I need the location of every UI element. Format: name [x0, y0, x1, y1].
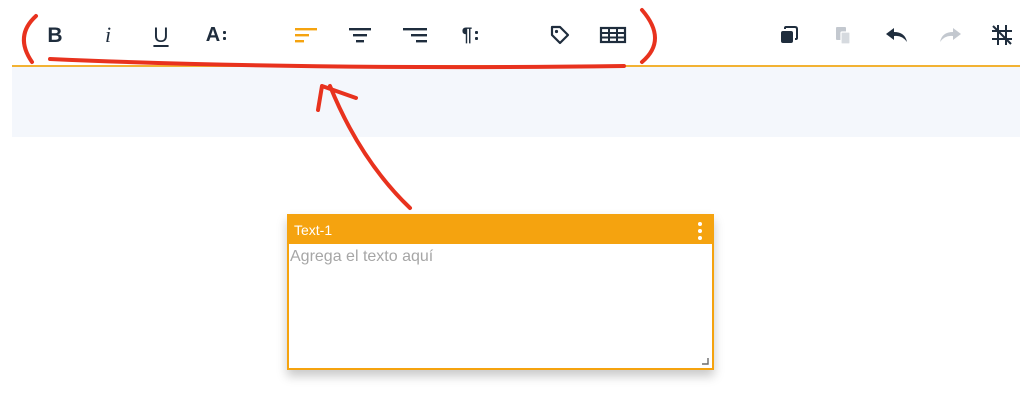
- bold-icon: B: [47, 23, 63, 47]
- more-options-icon: [223, 30, 227, 40]
- duplicate-button[interactable]: [774, 20, 804, 50]
- paste-button[interactable]: [828, 20, 858, 50]
- more-options-icon: [475, 30, 479, 40]
- resize-handle-icon[interactable]: [701, 357, 709, 365]
- editor-page: B i U A ¶ Text-1 Agrega el texto aquí: [0, 0, 1020, 396]
- redo-icon: [940, 28, 961, 42]
- text-box-widget[interactable]: Text-1: [287, 214, 714, 370]
- paragraph-icon: ¶: [461, 24, 473, 46]
- paragraph-button[interactable]: ¶: [455, 20, 485, 50]
- undo-button[interactable]: [882, 20, 912, 50]
- align-right-button[interactable]: [400, 20, 430, 50]
- align-right-icon: [403, 28, 427, 43]
- italic-button[interactable]: i: [93, 20, 123, 50]
- align-left-button[interactable]: [291, 20, 321, 50]
- table-button[interactable]: [598, 20, 628, 50]
- table-icon: [599, 26, 627, 44]
- paste-icon: [836, 27, 851, 45]
- bold-button[interactable]: B: [40, 20, 70, 50]
- text-box-input[interactable]: [289, 244, 712, 368]
- underline-button[interactable]: U: [146, 20, 176, 50]
- align-center-icon: [349, 28, 371, 43]
- tag-icon: [550, 25, 570, 45]
- kebab-menu-icon[interactable]: [696, 222, 704, 240]
- formatting-toolbar: B i U A ¶: [0, 0, 1020, 66]
- undo-icon: [886, 28, 907, 42]
- grid-off-icon: [992, 25, 1012, 45]
- text-box-title: Text-1: [294, 222, 333, 238]
- header-band: [12, 67, 1020, 137]
- align-left-icon: [295, 28, 317, 43]
- font-size-button[interactable]: A: [201, 20, 231, 50]
- italic-icon: i: [104, 22, 112, 47]
- underline-icon: U: [153, 23, 169, 47]
- duplicate-icon: [781, 26, 798, 43]
- tag-button[interactable]: [545, 20, 575, 50]
- grid-toggle-button[interactable]: [987, 20, 1017, 50]
- text-box-header[interactable]: Text-1: [289, 216, 712, 244]
- font-size-icon: A: [205, 24, 221, 46]
- redo-button[interactable]: [935, 20, 965, 50]
- align-center-button[interactable]: [345, 20, 375, 50]
